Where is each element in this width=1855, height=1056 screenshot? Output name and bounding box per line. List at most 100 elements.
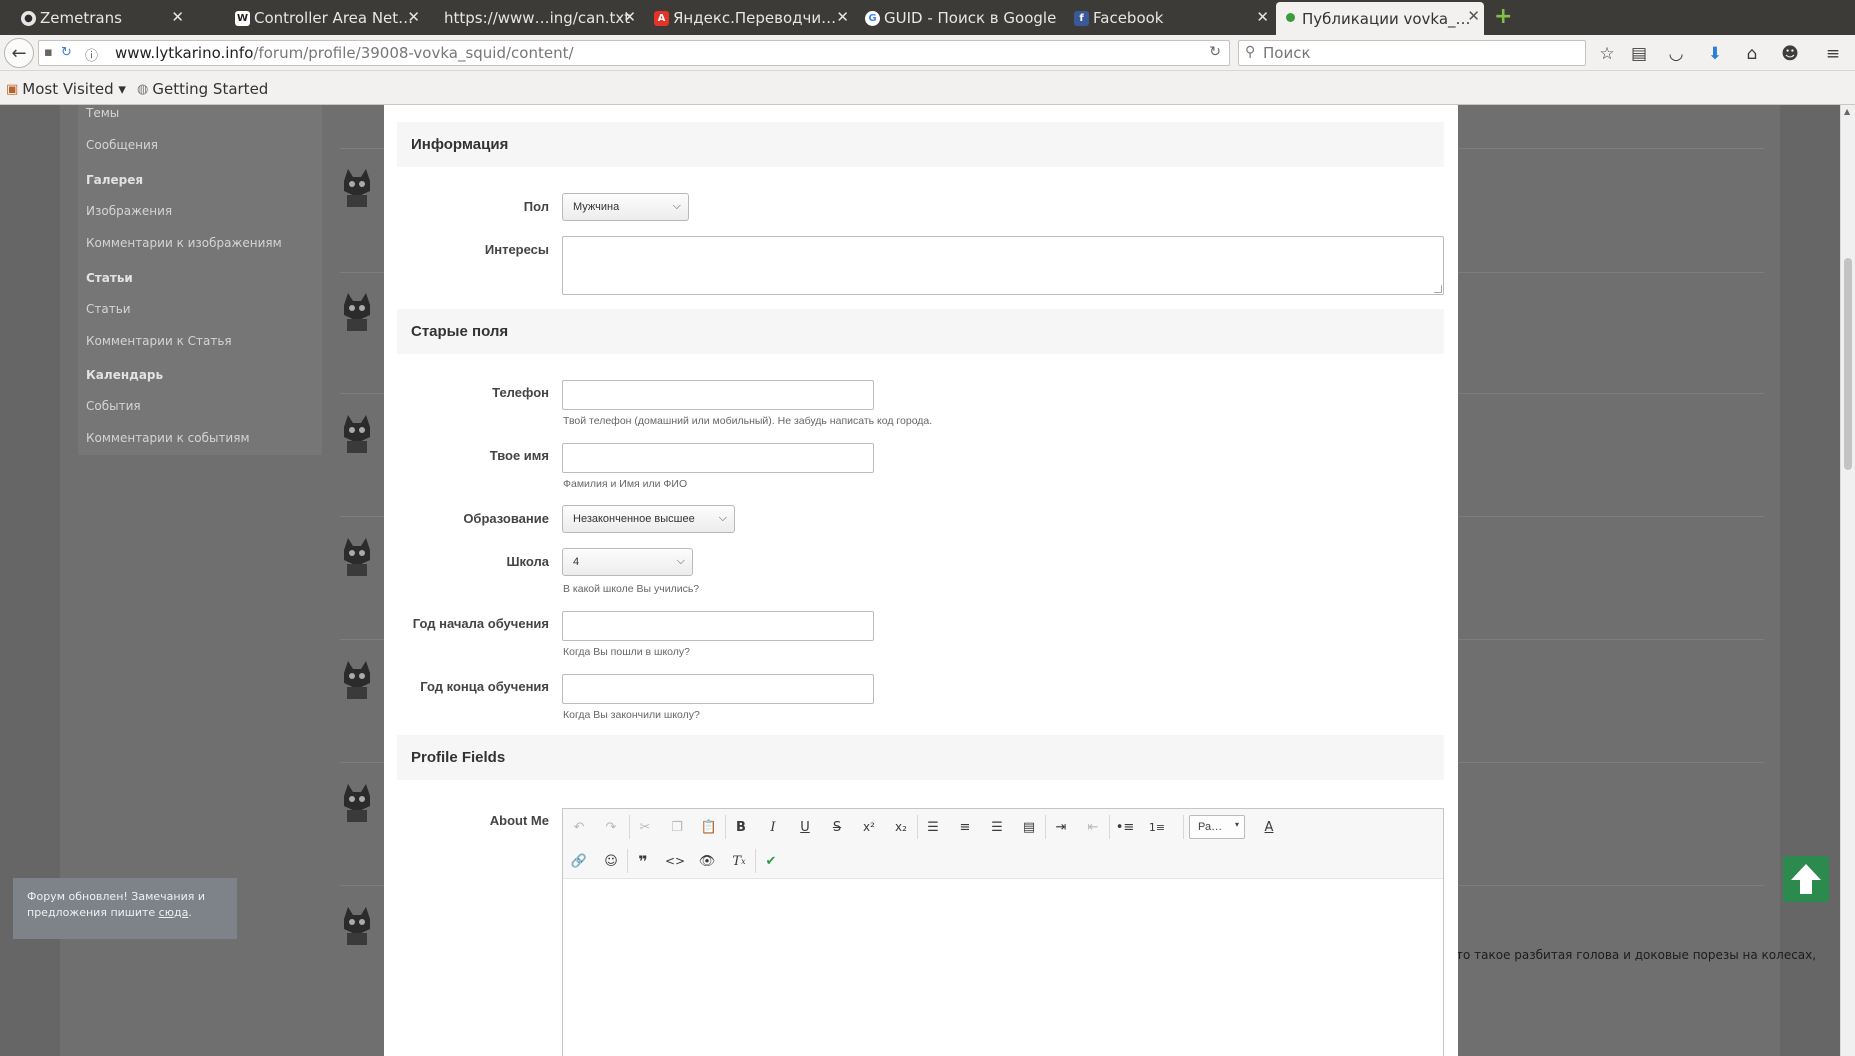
bulleted-list-icon[interactable]: •≡ [1113, 815, 1137, 839]
scroll-to-top-button[interactable] [1783, 856, 1829, 902]
indent-icon[interactable]: ⇥ [1049, 815, 1073, 839]
quote-icon[interactable]: ❞ [631, 849, 655, 873]
new-tab-plus-icon[interactable]: + [1494, 5, 1512, 29]
back-arrow-icon[interactable]: ← [4, 38, 34, 68]
close-icon[interactable]: ✕ [1467, 7, 1480, 25]
underline-icon[interactable]: U [793, 815, 817, 839]
url-text[interactable]: www.lytkarino.info/forum/profile/39008-v… [115, 44, 574, 62]
chevron-down-icon: ▾ [1234, 820, 1239, 829]
notice-tail: . [188, 906, 192, 919]
outdent-icon[interactable]: ⇤ [1081, 815, 1105, 839]
chevron-down-icon: ⌵ [672, 200, 681, 212]
search-input[interactable] [1263, 44, 1563, 62]
paragraph-format-dropdown[interactable]: Ра… ▾ [1189, 815, 1245, 839]
tab-facebook[interactable]: f Facebook ✕ [1067, 3, 1273, 33]
tab-yandex-translate[interactable]: A Яндекс.Переводчи… ✕ [647, 3, 853, 33]
tab-label: Zemetrans [40, 9, 122, 27]
numbered-list-icon[interactable]: 1≡ [1145, 815, 1169, 839]
pocket-icon[interactable]: ◡ [1665, 43, 1687, 65]
study-start-label: Год начала обучения [412, 616, 549, 631]
gender-select[interactable]: Мужчина ⌵ [562, 193, 689, 221]
align-left-icon[interactable]: ☰ [921, 815, 945, 839]
undo-icon[interactable]: ↶ [567, 815, 591, 839]
download-icon[interactable]: ⬇ [1704, 43, 1726, 65]
user-avatar[interactable] [340, 536, 374, 576]
close-icon[interactable]: ✕ [623, 8, 636, 26]
bookmark-label: Most Visited ▾ [22, 80, 126, 98]
text-color-icon[interactable]: A [1257, 815, 1281, 839]
tab-can-txt[interactable]: https://www…ing/can.txt ✕ [418, 3, 640, 33]
preview-eye-icon[interactable]: 👁 [695, 849, 719, 873]
superscript-icon[interactable]: x² [857, 815, 881, 839]
strikethrough-icon[interactable]: S [825, 815, 849, 839]
user-avatar[interactable] [340, 905, 374, 945]
interests-textarea[interactable] [562, 236, 1444, 295]
wikipedia-icon: W [235, 11, 250, 26]
paste-icon[interactable]: 📋 [697, 815, 721, 839]
notice-link[interactable]: сюда [159, 906, 189, 919]
info-icon[interactable]: ⓘ [85, 45, 98, 64]
tab-google-guid[interactable]: G GUID - Поиск в Google [858, 3, 1064, 33]
subscript-icon[interactable]: x₂ [889, 815, 913, 839]
user-avatar[interactable] [340, 167, 374, 207]
home-icon[interactable]: ⌂ [1741, 43, 1763, 65]
emoticon-icon[interactable]: ☺ [599, 849, 623, 873]
bold-icon[interactable]: B [729, 815, 753, 839]
education-select[interactable]: Незаконченное высшее ⌵ [562, 505, 735, 533]
scroll-up-arrow-icon[interactable]: ▲ [1844, 107, 1850, 116]
about-me-content-area[interactable] [563, 879, 1443, 1056]
chat-icon[interactable]: ☻ [1779, 43, 1801, 65]
sidebar-item-image-comments[interactable]: Комментарии к изображениям [86, 236, 282, 250]
sidebar-item-topics[interactable]: Темы [86, 106, 119, 120]
redo-icon[interactable]: ↷ [599, 815, 623, 839]
align-justify-icon[interactable]: ▤ [1017, 815, 1041, 839]
scrollbar-thumb[interactable] [1844, 258, 1852, 470]
copy-icon[interactable]: ❐ [665, 815, 689, 839]
cut-icon[interactable]: ✂ [633, 815, 657, 839]
align-center-icon[interactable]: ≡ [953, 815, 977, 839]
search-bar[interactable]: ⚲ [1238, 40, 1586, 66]
sidebar-item-images[interactable]: Изображения [86, 204, 172, 218]
remove-format-icon[interactable]: Tx [727, 849, 751, 873]
link-icon[interactable]: 🔗 [567, 849, 591, 873]
resize-grip-icon[interactable] [1434, 285, 1442, 293]
close-icon[interactable]: ✕ [171, 8, 184, 26]
sidebar-item-events[interactable]: События [86, 399, 141, 413]
study-start-input[interactable] [562, 611, 874, 641]
url-bar[interactable]: ▪ ↻ ⓘ www.lytkarino.info/forum/profile/3… [38, 40, 1230, 66]
user-avatar[interactable] [340, 659, 374, 699]
bookmark-most-visited[interactable]: ▣ Most Visited ▾ [6, 80, 126, 98]
phone-input[interactable] [562, 380, 874, 410]
hamburger-menu-icon[interactable]: ≡ [1822, 43, 1844, 65]
study-end-hint: Когда Вы закончили школу? [563, 709, 700, 721]
user-avatar[interactable] [340, 413, 374, 453]
sidebar-item-articles[interactable]: Статьи [86, 302, 131, 316]
tab-controller-area-network[interactable]: W Controller Area Net… ✕ [228, 3, 424, 33]
bookmark-getting-started[interactable]: ◍ Getting Started [137, 80, 268, 98]
spellcheck-icon[interactable]: ✔ [759, 849, 783, 873]
page-scrollbar[interactable]: ▲ [1840, 105, 1855, 1056]
close-icon[interactable]: ✕ [836, 8, 849, 26]
sidebar-item-posts[interactable]: Сообщения [86, 138, 158, 152]
user-avatar[interactable] [340, 782, 374, 822]
sidebar-item-article-comments[interactable]: Комментарии к Статья [86, 334, 232, 348]
italic-icon[interactable]: I [761, 815, 785, 839]
sidebar-head-calendar: Календарь [86, 368, 164, 382]
tab-publications-active[interactable]: Публикации vovka_… ✕ [1276, 2, 1484, 35]
sidebar-item-event-comments[interactable]: Комментарии к событиям [86, 431, 250, 445]
tab-strip: ● Zemetrans ✕ W Controller Area Net… ✕ h… [0, 0, 1855, 35]
reading-list-icon[interactable]: ▤ [1628, 43, 1650, 65]
close-icon[interactable]: ✕ [1256, 8, 1269, 26]
toolbar-separator [1183, 815, 1184, 839]
align-right-icon[interactable]: ☰ [985, 815, 1009, 839]
reload-icon[interactable]: ↻ [1209, 44, 1221, 60]
school-select[interactable]: 4 ⌵ [562, 548, 693, 576]
bookmark-star-icon[interactable]: ☆ [1596, 43, 1618, 65]
tab-zemetrans[interactable]: ● Zemetrans ✕ [14, 3, 188, 33]
name-input[interactable] [562, 443, 874, 473]
study-end-input[interactable] [562, 674, 874, 704]
code-icon[interactable]: <> [663, 849, 687, 873]
chevron-down-icon: ⌵ [718, 512, 727, 524]
reload-small-icon[interactable]: ↻ [61, 45, 72, 60]
user-avatar[interactable] [340, 291, 374, 331]
